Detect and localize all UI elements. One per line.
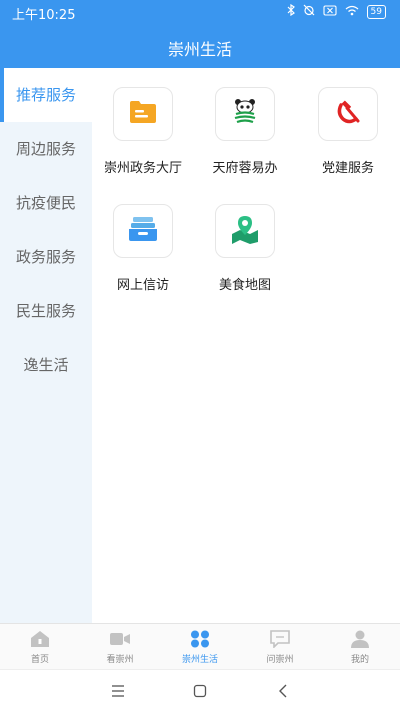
wifi-icon [345,5,359,19]
page-title: 崇州生活 [167,40,232,59]
map-pin-icon [230,214,260,248]
alarm-off-icon [303,4,315,19]
service-tile [318,87,378,141]
sidebar-item-leisure[interactable]: 逸生活 [0,338,92,392]
grid-icon [190,630,210,648]
nav-item-life[interactable]: 崇州生活 [160,624,240,670]
home-icon [30,630,50,648]
service-tile [215,87,275,141]
sidebar-item-nearby[interactable]: 周边服务 [0,122,92,176]
nav-label: 首页 [30,655,49,665]
nav-label: 我的 [350,655,369,665]
service-tianfu-easy[interactable]: 天府蓉易办 [195,87,295,176]
sidebar-item-livelihood[interactable]: 民生服务 [0,284,92,338]
home-button-icon[interactable] [185,680,215,702]
nav-label: 看崇州 [106,655,134,665]
sidebar-item-label: 民生服务 [15,302,76,320]
title-bar: 崇州生活 [0,26,400,68]
service-government-hall[interactable]: 崇州政务大厅 [93,87,193,176]
user-icon [350,630,370,648]
status-bar: 上午10:25 59 [0,0,400,26]
sidebar-item-label: 推荐服务 [15,86,76,104]
service-label: 崇州政务大厅 [103,161,182,176]
sidebar-item-government[interactable]: 政务服务 [0,230,92,284]
hammer-sickle-icon [333,97,363,131]
service-tile [113,204,173,258]
nav-label: 崇州生活 [181,655,218,665]
status-icons: 59 [287,3,386,19]
nav-item-home[interactable]: 首页 [0,624,80,670]
service-party-building[interactable]: 党建服务 [298,87,398,176]
inbox-tray-icon [128,215,158,247]
nav-label: 问崇州 [266,655,294,665]
back-icon[interactable] [269,680,299,702]
sidebar-item-label: 抗疫便民 [15,194,76,212]
nav-item-ask[interactable]: 问崇州 [240,624,320,670]
service-tile [113,87,173,141]
sidebar-item-label: 政务服务 [15,248,76,266]
service-food-map[interactable]: 美食地图 [195,204,295,293]
chat-icon [270,630,290,649]
video-camera-icon [110,630,130,648]
sidebar-item-anti-epidemic[interactable]: 抗疫便民 [0,176,92,230]
panda-icon [230,97,260,131]
service-label: 天府蓉易办 [212,161,278,176]
nav-item-watch[interactable]: 看崇州 [80,624,160,670]
no-sim-icon [322,4,337,19]
service-online-petition[interactable]: 网上信访 [93,204,193,293]
nav-item-mine[interactable]: 我的 [320,624,400,670]
sidebar-item-recommended[interactable]: 推荐服务 [0,68,92,122]
bottom-navigation: 首页 看崇州 崇州生活 问崇州 我的 [0,623,400,670]
battery-icon: 59 [366,4,386,19]
service-label: 党建服务 [321,161,374,176]
status-time: 上午10:25 [12,8,76,23]
service-label: 美食地图 [218,278,271,293]
system-navigation-bar [0,669,400,712]
sidebar-item-label: 周边服务 [15,140,76,158]
service-label: 网上信访 [116,278,169,293]
category-sidebar: 推荐服务 周边服务 抗疫便民 政务服务 民生服务 逸生活 [0,68,92,623]
folder-icon [128,99,158,129]
active-indicator [0,68,4,122]
menu-icon[interactable] [103,680,133,702]
bluetooth-icon [287,3,295,19]
service-tile [215,204,275,258]
sidebar-item-label: 逸生活 [23,356,69,374]
